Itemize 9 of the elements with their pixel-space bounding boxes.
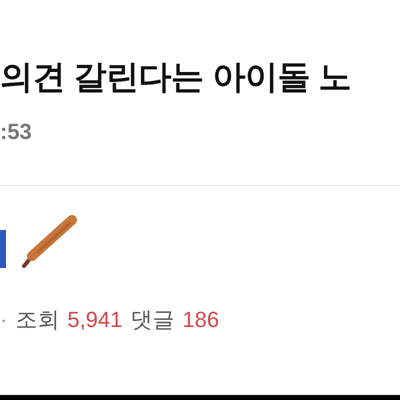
- stat-count: 186: [182, 306, 220, 334]
- post-title: 의견 갈린다는 아이돌 노: [0, 57, 352, 97]
- bat-icon: [20, 214, 80, 270]
- stat-label: 댓글: [130, 306, 174, 334]
- separator-dot: ·: [0, 306, 8, 334]
- stat-count: 5,941: [67, 306, 122, 334]
- post-time: :53: [0, 119, 33, 145]
- stat-label: 조회: [15, 306, 60, 334]
- rank-badge: [0, 230, 6, 268]
